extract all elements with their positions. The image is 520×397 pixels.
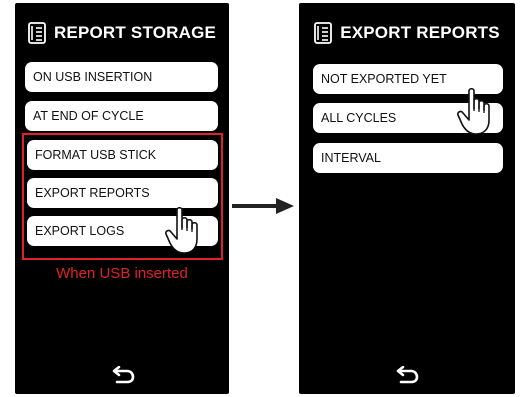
usb-caption: When USB inserted xyxy=(56,265,188,282)
export-reports-button[interactable]: EXPORT REPORTS xyxy=(27,178,218,208)
button-label: AT END OF CYCLE xyxy=(33,109,144,123)
button-label: ON USB INSERTION xyxy=(33,70,153,84)
back-button[interactable] xyxy=(103,360,143,390)
button-label: FORMAT USB STICK xyxy=(35,148,157,162)
button-label: EXPORT LOGS xyxy=(35,224,125,238)
export-reports-screen: EXPORT REPORTS NOT EXPORTED YET ALL CYCL… xyxy=(299,3,515,394)
page-title: EXPORT REPORTS xyxy=(340,23,500,42)
right-arrow-icon xyxy=(232,198,294,214)
screen-header: REPORT STORAGE xyxy=(15,18,229,48)
report-icon xyxy=(314,22,333,44)
button-label: INTERVAL xyxy=(321,151,381,165)
interval-button[interactable]: INTERVAL xyxy=(313,143,503,173)
button-label: EXPORT REPORTS xyxy=(35,186,150,200)
pointer-hand-icon xyxy=(457,87,490,135)
report-storage-screen: REPORT STORAGE ON USB INSERTION AT END O… xyxy=(15,3,229,394)
button-label: NOT EXPORTED YET xyxy=(321,72,447,86)
pointer-hand-icon xyxy=(165,206,198,254)
back-button[interactable] xyxy=(387,360,427,390)
back-arrow-icon xyxy=(396,366,419,384)
screen-header: EXPORT REPORTS xyxy=(299,18,515,48)
at-end-of-cycle-button[interactable]: AT END OF CYCLE xyxy=(25,101,218,131)
on-usb-insertion-button[interactable]: ON USB INSERTION xyxy=(25,62,218,92)
back-arrow-icon xyxy=(112,366,135,384)
report-icon xyxy=(28,22,46,44)
page-title: REPORT STORAGE xyxy=(53,23,217,42)
button-label: ALL CYCLES xyxy=(321,111,397,125)
format-usb-stick-button[interactable]: FORMAT USB STICK xyxy=(27,140,218,170)
